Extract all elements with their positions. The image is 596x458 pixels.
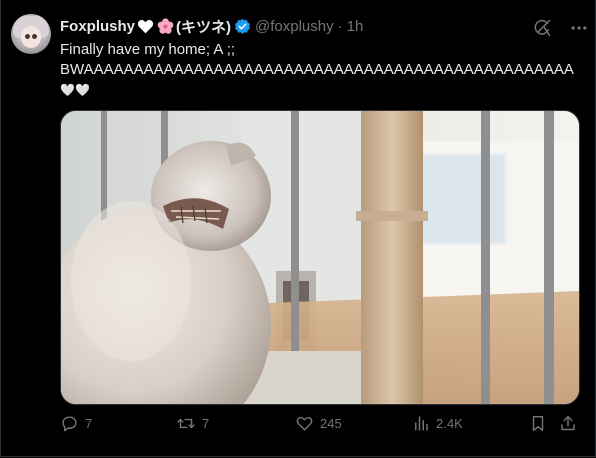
tweet-text-line-2: BWAAAAAAAAAAAAAAAAAAAAAAAAAAAAAAAAAAAAAA… [60,61,574,78]
share-icon [559,414,577,433]
like-button[interactable]: 245 [295,414,342,433]
verified-badge-icon[interactable] [234,18,251,35]
header-separator: · [337,17,343,35]
author-name-suffix: (キツネ) [176,18,232,36]
avatar[interactable] [11,14,51,54]
views-count: 2.4K [436,415,463,431]
cat-photo-image [61,111,579,404]
author-display-name[interactable]: Foxplushy [60,18,135,35]
more-options-icon[interactable] [569,18,589,38]
repost-icon [176,414,196,433]
author-handle[interactable]: @foxplushy [255,18,334,35]
reply-icon [60,414,79,433]
tweet-text-line-1: Finally have my home; A ;; [60,41,236,58]
tweet-text: Finally have my home; A ;; BWAAAAAAAAAAA… [60,40,580,100]
repost-button[interactable]: 7 [176,414,209,433]
views-chart-icon [412,414,430,432]
like-count: 245 [320,416,342,431]
header-actions [532,18,589,38]
tweet-text-line-3: 🤍🤍 [60,83,90,97]
tweet-photo[interactable] [60,110,580,405]
heart-icon [295,414,314,433]
repost-count: 7 [202,416,210,431]
tweet-actions: 7 7 245 2.4K [60,414,580,436]
reply-button[interactable]: 7 [60,414,92,433]
cherry-blossom-icon [157,17,174,35]
bookmark-button[interactable] [529,414,547,433]
grok-icon[interactable] [532,18,552,38]
reply-count: 7 [85,416,93,431]
post-time[interactable]: 1h [347,18,364,35]
tweet-header: Foxplushy (キツネ) @foxplushy · 1h [60,16,363,36]
white-heart-icon [137,19,154,34]
views-button[interactable]: 2.4K [412,414,463,432]
share-button[interactable] [559,414,577,433]
bookmark-icon [529,414,547,433]
